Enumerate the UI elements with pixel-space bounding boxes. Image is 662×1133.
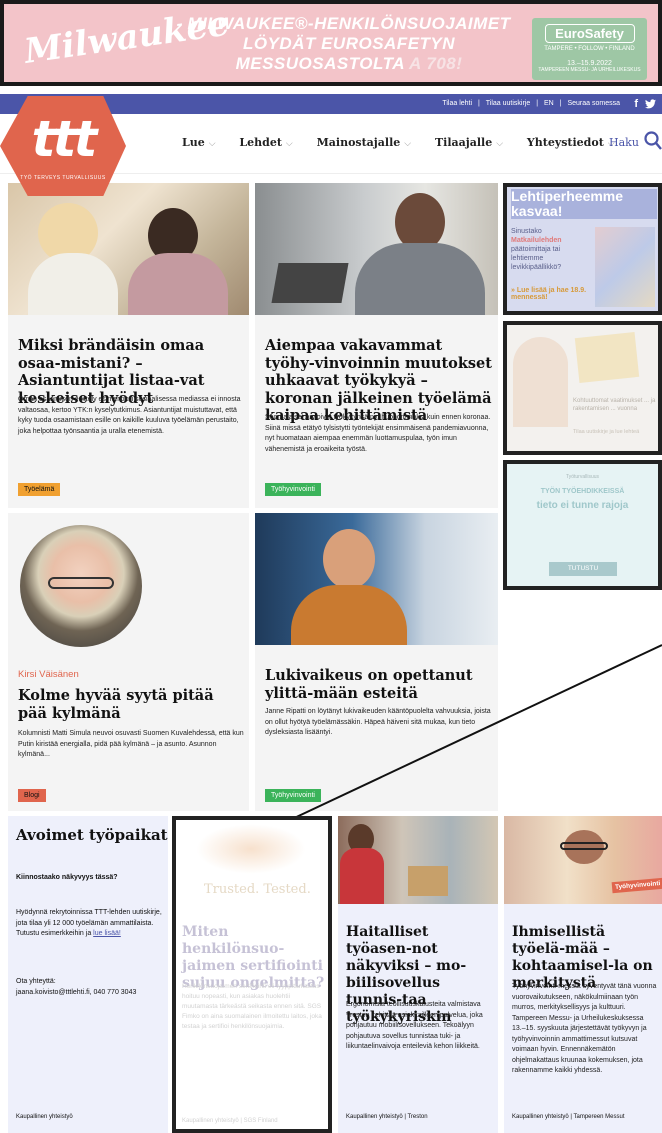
warehouse-photo (338, 816, 498, 904)
sgs-brand: Trusted. Tested. (204, 882, 311, 897)
sponsored-excerpt: Työhyvinvointi-messut syventyvät tänä vu… (512, 983, 657, 1074)
sponsored-card-sgs[interactable]: Trusted. Tested. Miten henkilönsuo-jaime… (172, 816, 332, 1133)
sponsored-footer: Kaupallinen yhteistyö | SGS Finland (182, 1118, 278, 1124)
tyohyvinvointi-badge: Työhyvinvointi (611, 877, 662, 894)
jobs-contact-label: Ota yhteyttä: (16, 978, 56, 985)
sponsored-excerpt: Henkilönsuojaimen sertifiointi eli tyypp… (182, 983, 322, 1030)
box-shape (408, 866, 448, 896)
logo-text: ttt (31, 110, 98, 168)
jobs-body: Hyödynnä rekrytoinnissa TTT-lehden uutis… (16, 909, 162, 937)
glasses-shape (560, 842, 608, 850)
sponsored-card-treston[interactable]: Haitalliset työasen-not näkyviksi – mo-b… (338, 816, 498, 1133)
jobs-text: Hyödynnä rekrytoinnissa TTT-lehden uutis… (16, 908, 166, 940)
person-shape (340, 848, 384, 904)
sponsored-excerpt: Ergonomisia teollisuuskalusteita valmist… (346, 1001, 483, 1050)
jobs-footer: Kaupallinen yhteistyö (16, 1114, 73, 1120)
jobs-box: Avoimet työpaikat Kiinnostaako näkyvyys … (8, 816, 168, 1133)
sponsored-footer: Kaupallinen yhteistyö | Tampereen Messut (512, 1114, 625, 1120)
gloves-image (196, 824, 306, 874)
jobs-title[interactable]: Avoimet työpaikat (16, 826, 168, 844)
hands-frame-photo: Työhyvinvointi (504, 816, 662, 904)
jobs-read-more-link[interactable]: lue lisää! (93, 930, 121, 937)
sponsored-footer: Kaupallinen yhteistyö | Treston (346, 1114, 428, 1120)
jobs-question: Kiinnostaako näkyvyys tässä? (16, 874, 118, 881)
sponsored-card-messut[interactable]: Työhyvinvointi Ihmisellistä työelä-mää –… (504, 816, 662, 1133)
jobs-contact[interactable]: jaana.koivisto@tttlehti.fi, 040 770 3043 (16, 989, 171, 996)
